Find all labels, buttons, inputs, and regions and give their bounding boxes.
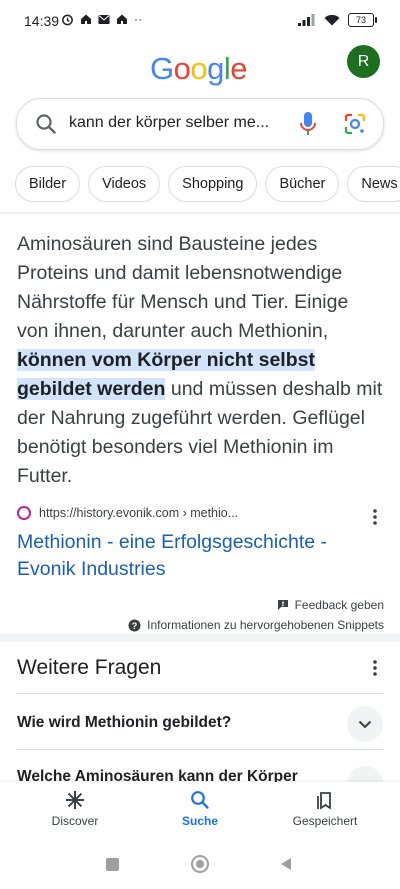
logo-letter: G [150,51,174,86]
divider [0,212,400,216]
signal-icon [298,14,315,26]
microphone-icon[interactable] [297,111,319,137]
feedback-link[interactable]: Feedback geben [277,598,384,612]
result-url: https://history.evonik.com › methio... [39,506,239,520]
related-questions-title: Weitere Fragen [17,656,162,679]
nav-suche[interactable]: Suche [150,790,250,828]
status-time: 14:39 [24,13,60,29]
status-bar: 14:39 ·· 73 [0,0,400,42]
svg-text:?: ? [132,620,138,630]
feedback-icon [277,600,288,610]
battery-icon: 73 [348,13,377,27]
google-lens-icon[interactable] [343,112,367,136]
more-vert-icon[interactable] [372,509,378,525]
home-button[interactable] [191,855,209,873]
search-box[interactable]: kann der körper selber me... [16,98,384,150]
chip-news[interactable]: News [347,166,400,202]
bookmarks-icon [317,792,331,810]
logo-letter: g [207,51,224,86]
site-favicon-icon [17,506,31,520]
result-title-link[interactable]: Methionin - eine Erfolgsgeschichte - Evo… [17,529,377,583]
alarm-icon [62,14,73,25]
logo-letter: e [230,51,248,86]
bottom-navigation: Discover Suche Gespeichert [0,782,400,844]
filter-chips: Bilder Videos Shopping Bücher News [15,166,400,202]
avatar[interactable]: R [347,45,380,78]
related-more-vert-icon[interactable] [372,660,378,676]
section-separator [0,634,400,642]
recents-button[interactable] [106,858,119,871]
nav-gespeichert[interactable]: Gespeichert [275,790,375,828]
nav-discover[interactable]: Discover [25,790,125,828]
asterisk-icon [66,791,84,809]
wifi-icon [324,14,340,26]
search-input[interactable]: kann der körper selber me... [69,114,289,132]
search-icon [36,114,56,134]
system-navigation-bar [0,844,400,889]
help-icon: ? [128,619,141,631]
logo-letter: o [173,51,191,86]
related-question[interactable]: Wie wird Methionin gebildet? [17,714,231,732]
featured-snippet-text: Aminosäuren sind Bausteine jedes Protein… [17,233,383,487]
home-icon-2 [117,14,127,24]
search-icon [191,791,209,809]
more-notifications-icon: ·· [134,12,142,26]
home-icon [81,14,91,24]
chip-shopping[interactable]: Shopping [168,166,258,202]
back-button[interactable] [280,857,292,871]
chip-buecher[interactable]: Bücher [265,166,340,202]
snippet-info-link[interactable]: ? Informationen zu hervorgehobenen Snipp… [128,618,384,632]
mail-icon [98,14,110,24]
google-logo: Google [150,51,248,87]
divider [17,749,383,750]
chip-videos[interactable]: Videos [88,166,161,202]
result-source[interactable]: https://history.evonik.com › methio... [17,506,238,520]
expand-button[interactable] [347,706,383,742]
logo-letter: o [190,51,208,86]
divider [17,693,383,694]
chevron-down-icon [358,720,372,728]
chip-bilder[interactable]: Bilder [15,166,81,202]
